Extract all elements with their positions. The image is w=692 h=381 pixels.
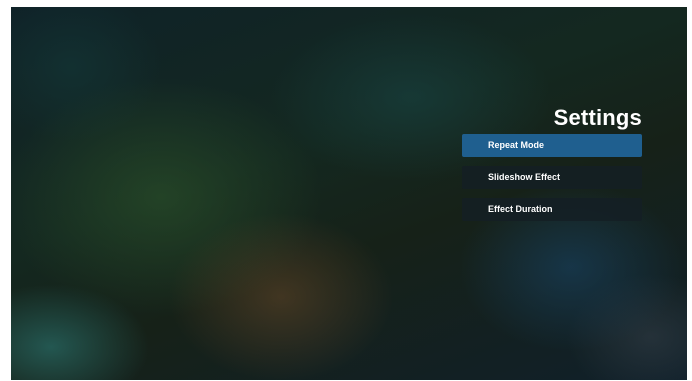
- menu-item-label: Effect Duration: [488, 204, 553, 214]
- menu-item-label: Repeat Mode: [488, 140, 545, 150]
- menu-item-slideshow-effect[interactable]: Slideshow Effect: [462, 166, 642, 189]
- menu-item-effect-duration[interactable]: Effect Duration: [462, 198, 642, 221]
- menu-item-repeat-mode[interactable]: Repeat Mode: [462, 134, 642, 157]
- menu-item-label: Slideshow Effect: [488, 172, 561, 182]
- slideshow-background: Settings Repeat Mode Slideshow Effect Ef…: [11, 7, 687, 380]
- settings-title: Settings: [553, 105, 642, 130]
